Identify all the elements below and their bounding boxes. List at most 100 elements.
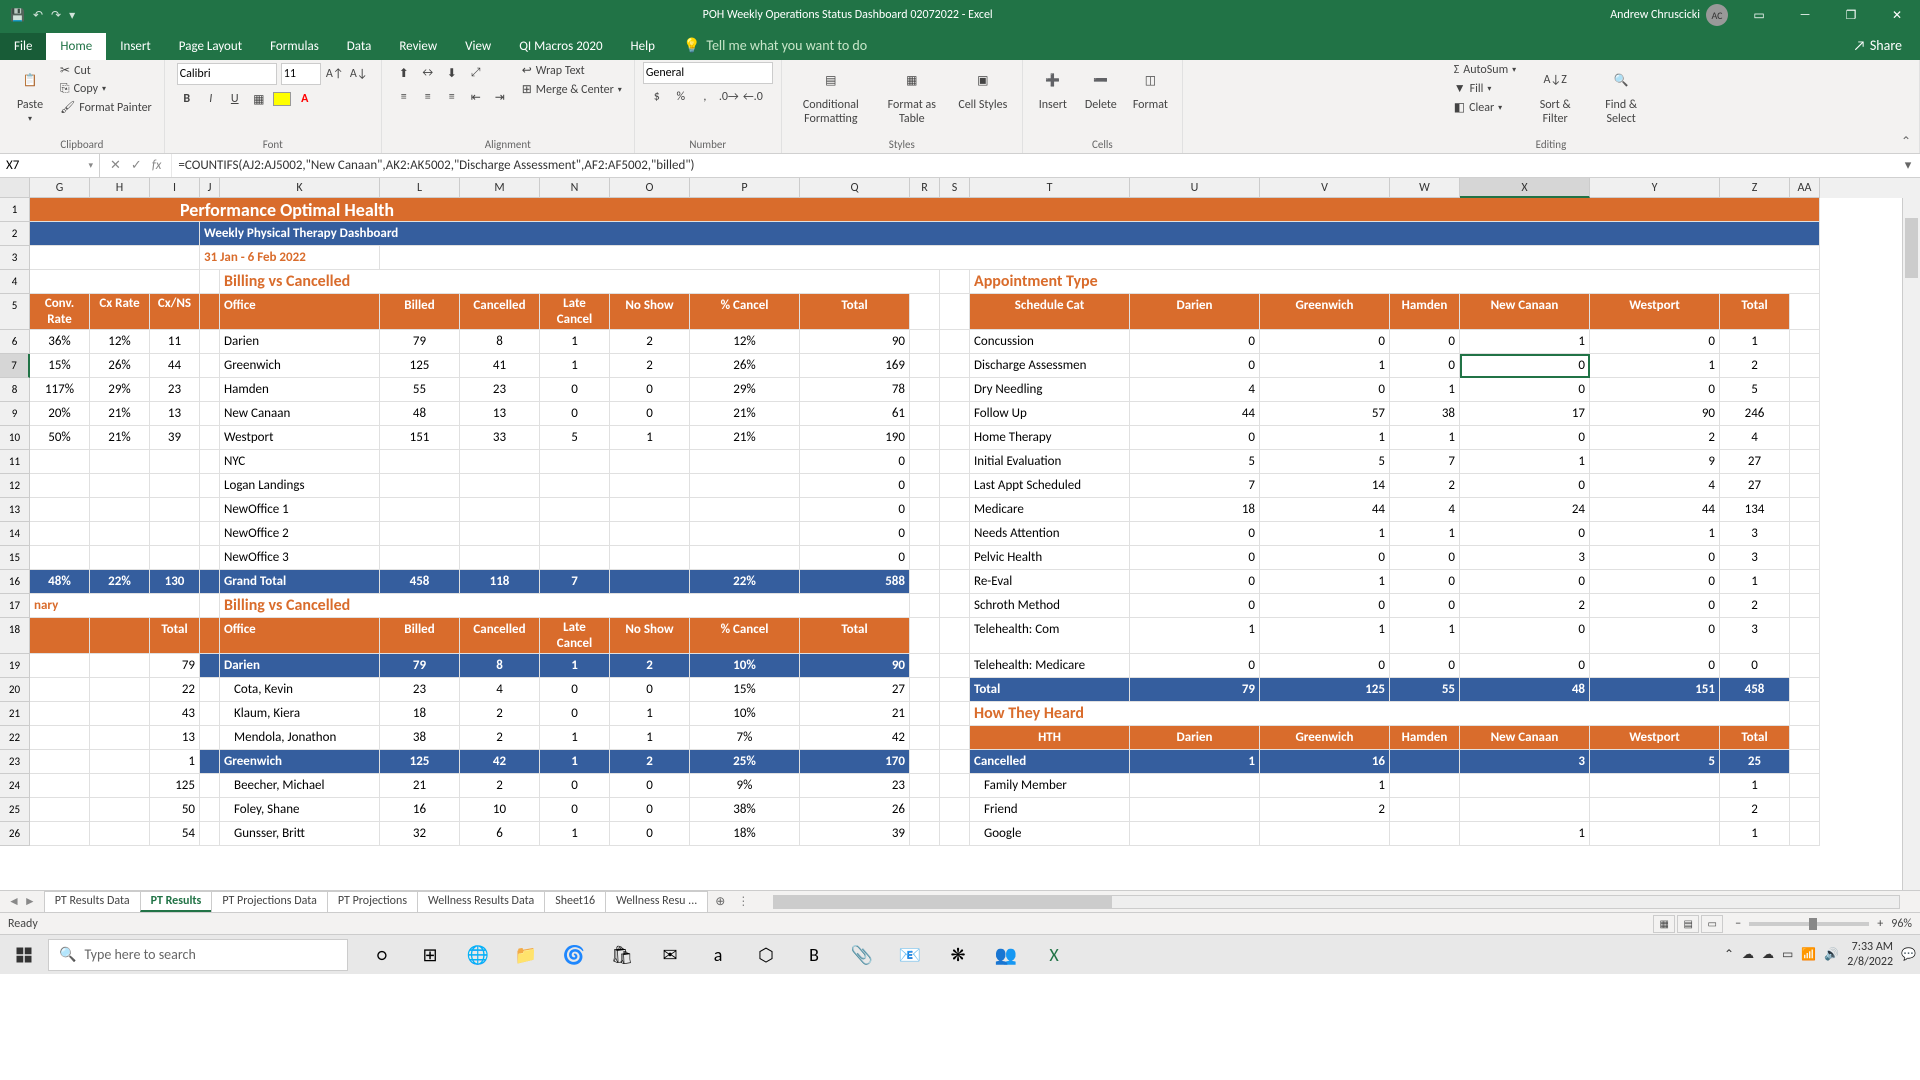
row-header-5[interactable]: 5 [0,294,30,330]
cell[interactable]: 125 [380,354,460,378]
cell[interactable] [200,678,220,702]
cell[interactable]: Dry Needling [970,378,1130,402]
col-header-T[interactable]: T [970,178,1130,198]
cell[interactable] [1130,798,1260,822]
cell[interactable]: 23 [380,678,460,702]
cell[interactable]: 0 [1590,570,1720,594]
cell[interactable]: Greenwich [220,354,380,378]
cell[interactable]: 151 [1590,678,1720,702]
cell[interactable]: Total [800,618,910,654]
cell[interactable] [90,618,150,654]
cell[interactable] [910,678,940,702]
cell[interactable]: 29% [690,378,800,402]
cell[interactable]: Gunsser, Britt [220,822,380,846]
cell[interactable]: 0 [1130,426,1260,450]
cell[interactable] [30,474,90,498]
cell[interactable] [90,450,150,474]
increase-decimal-icon[interactable]: .0→ [719,87,739,107]
cell[interactable]: 27 [800,678,910,702]
tab-review[interactable]: Review [385,33,451,60]
cell[interactable] [940,426,970,450]
cell[interactable]: NewOffice 1 [220,498,380,522]
cell[interactable]: 32 [380,822,460,846]
decrease-font-icon[interactable]: A↓ [349,64,369,84]
cell[interactable] [910,402,940,426]
cell[interactable]: 1 [1260,570,1390,594]
cell[interactable]: HTH [970,726,1130,750]
cell[interactable]: 0 [540,774,610,798]
cell[interactable]: 13 [150,726,200,750]
cell[interactable]: 0 [1390,570,1460,594]
cell[interactable]: 0 [540,378,610,402]
cell[interactable]: Pelvic Health [970,546,1130,570]
col-header-V[interactable]: V [1260,178,1390,198]
borders-button[interactable]: ▦ [249,89,269,109]
cell[interactable]: 0 [1460,522,1590,546]
cell[interactable]: 0 [610,402,690,426]
onedrive-icon[interactable]: ☁ [1742,947,1754,962]
cell[interactable]: 0 [610,798,690,822]
cell[interactable]: 22% [90,570,150,594]
cell[interactable] [150,450,200,474]
page-layout-view-icon[interactable]: ▤ [1677,915,1699,933]
cell[interactable]: Darien [220,654,380,678]
cell[interactable] [940,450,970,474]
cell[interactable]: 90 [800,330,910,354]
cell[interactable] [200,726,220,750]
cell[interactable]: 5 [1720,378,1790,402]
cell[interactable] [460,474,540,498]
row-header-12[interactable]: 12 [0,474,30,498]
cell[interactable]: 50 [150,798,200,822]
collapse-ribbon-icon[interactable]: ⌃ [1901,134,1911,149]
cell[interactable]: 43 [150,702,200,726]
cell[interactable] [200,450,220,474]
col-header-U[interactable]: U [1130,178,1260,198]
cell[interactable]: 13 [150,402,200,426]
cell[interactable]: 7 [1390,450,1460,474]
cell[interactable] [200,798,220,822]
cell[interactable]: 169 [800,354,910,378]
cell[interactable]: 8 [460,330,540,354]
zoom-in-icon[interactable]: + [1877,917,1883,931]
cell[interactable]: 0 [1590,618,1720,654]
cell[interactable]: Office [220,618,380,654]
cell[interactable] [200,750,220,774]
taskbar-search[interactable]: 🔍 Type here to search [48,939,348,971]
cell[interactable]: 0 [1590,330,1720,354]
cell[interactable] [200,294,220,330]
cell[interactable]: 55 [380,378,460,402]
cell[interactable]: % Cancel [690,618,800,654]
zoom-out-icon[interactable]: − [1735,917,1741,931]
cell[interactable]: 79 [150,654,200,678]
cell[interactable]: Total [1720,294,1790,330]
cell[interactable]: 41 [460,354,540,378]
cell[interactable]: nary [30,594,200,618]
cell[interactable]: 2 [610,654,690,678]
cell[interactable] [910,522,940,546]
cell[interactable] [610,450,690,474]
cell[interactable] [910,726,940,750]
cell[interactable] [1790,522,1820,546]
cell[interactable] [380,246,1820,270]
cell[interactable]: Billing vs Cancelled [220,594,910,618]
cell[interactable]: 0 [1260,330,1390,354]
cell[interactable]: 55 [1390,678,1460,702]
cell[interactable] [910,822,940,846]
cell[interactable] [940,618,970,654]
cell[interactable]: Telehealth: Medicare [970,654,1130,678]
align-bottom-icon[interactable]: ⬇ [442,63,462,83]
cell[interactable] [380,498,460,522]
zoom-level[interactable]: 96% [1891,917,1912,931]
row-header-26[interactable]: 26 [0,822,30,846]
cell[interactable] [200,474,220,498]
cell[interactable]: 1 [1720,822,1790,846]
cell[interactable] [30,450,90,474]
cell[interactable]: Telehealth: Com [970,618,1130,654]
cell[interactable]: 15% [690,678,800,702]
cell[interactable]: 4 [1590,474,1720,498]
cell[interactable]: Family Member [970,774,1130,798]
cell[interactable] [200,402,220,426]
conditional-formatting-button[interactable]: ▤Conditional Formatting [790,62,872,128]
row-header-8[interactable]: 8 [0,378,30,402]
cell[interactable]: 11 [150,330,200,354]
